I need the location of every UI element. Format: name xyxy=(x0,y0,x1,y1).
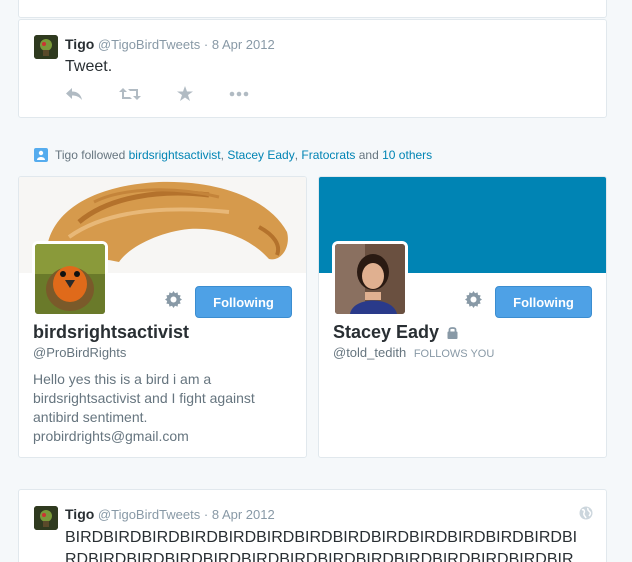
profile-handle[interactable]: @ProBirdRights xyxy=(33,345,126,360)
separator-dot: · xyxy=(203,507,209,522)
tweet-author-handle[interactable]: @TigoBirdTweets xyxy=(98,37,200,52)
bio-line: antibird sentiment. xyxy=(33,409,148,425)
avatar[interactable] xyxy=(34,35,58,59)
bio-email-link[interactable]: probirdrights@gmail.com xyxy=(33,427,293,446)
profile-name-row: Stacey Eady xyxy=(333,322,458,343)
following-button[interactable]: Following xyxy=(195,286,292,318)
more-icon[interactable] xyxy=(229,91,249,97)
globe-icon xyxy=(579,506,593,525)
bio-line: birdsrightsactivist and I fight against xyxy=(33,390,255,406)
lock-icon xyxy=(447,326,458,339)
previous-tweet-card xyxy=(18,0,607,18)
following-button[interactable]: Following xyxy=(495,286,592,318)
tweet-date[interactable]: 8 Apr 2012 xyxy=(212,507,275,522)
separator-dot: · xyxy=(203,37,209,52)
tweet-actions xyxy=(65,86,285,101)
follow-activity: Tigo followed birdsrightsactivist, Stace… xyxy=(34,148,432,162)
retweet-icon[interactable] xyxy=(119,87,141,101)
profile-handle-row: @told_tedith FOLLOWS YOU xyxy=(333,345,494,360)
profile-avatar[interactable] xyxy=(332,241,408,317)
tweet-text-line: BIRDBIRDBIRDBIRDBIRDBIRDBIRDBIRDBIRDBIRD… xyxy=(65,529,578,546)
activity-link-others[interactable]: 10 others xyxy=(382,148,432,162)
tweet-text-line: RDBIRDBIRDBIRDBIRDBIRDBIRDBIRDBIRDBIRDBI… xyxy=(65,551,574,562)
avatar[interactable] xyxy=(34,506,58,530)
activity-link-birdsrightsactivist[interactable]: birdsrightsactivist xyxy=(129,148,221,162)
tweet-text: Tweet. xyxy=(65,58,113,75)
profile-bio: Hello yes this is a bird i am a birdsrig… xyxy=(33,370,293,446)
tweet-author-name[interactable]: Tigo xyxy=(65,36,94,52)
user-card-birdsrightsactivist[interactable]: Following birdsrightsactivist @ProBirdRi… xyxy=(18,176,307,458)
tweet-header: Tigo @TigoBirdTweets · 8 Apr 2012 xyxy=(65,36,275,52)
tweet-text: BIRDBIRDBIRDBIRDBIRDBIRDBIRDBIRDBIRDBIRD… xyxy=(65,527,593,562)
user-card-stacey-eady[interactable]: Following Stacey Eady @told_tedith FOLLO… xyxy=(318,176,607,458)
person-icon xyxy=(34,148,48,162)
bio-line: Hello yes this is a bird i am a xyxy=(33,371,212,387)
activity-link-fratocrats[interactable]: Fratocrats xyxy=(301,148,355,162)
tweet-author-handle[interactable]: @TigoBirdTweets xyxy=(98,507,200,522)
tweet-card[interactable]: Tigo @TigoBirdTweets · 8 Apr 2012 Tweet. xyxy=(18,19,607,118)
favorite-icon[interactable] xyxy=(177,86,193,101)
profile-name[interactable]: birdsrightsactivist xyxy=(33,322,189,343)
profile-name[interactable]: Stacey Eady xyxy=(333,322,439,343)
tweet-author-name[interactable]: Tigo xyxy=(65,506,94,522)
activity-prefix: Tigo followed xyxy=(55,148,126,162)
tweet-header: Tigo @TigoBirdTweets · 8 Apr 2012 xyxy=(65,506,275,522)
tweet-date[interactable]: 8 Apr 2012 xyxy=(212,37,275,52)
follows-you-badge: FOLLOWS YOU xyxy=(413,348,495,360)
gear-icon[interactable] xyxy=(465,291,482,313)
profile-avatar[interactable] xyxy=(32,241,108,317)
gear-icon[interactable] xyxy=(165,291,182,313)
reply-icon[interactable] xyxy=(65,87,83,101)
profile-handle[interactable]: @told_tedith xyxy=(333,345,406,360)
tweet-card[interactable]: Tigo @TigoBirdTweets · 8 Apr 2012 BIRDBI… xyxy=(18,489,607,562)
activity-link-stacey-eady[interactable]: Stacey Eady xyxy=(227,148,294,162)
